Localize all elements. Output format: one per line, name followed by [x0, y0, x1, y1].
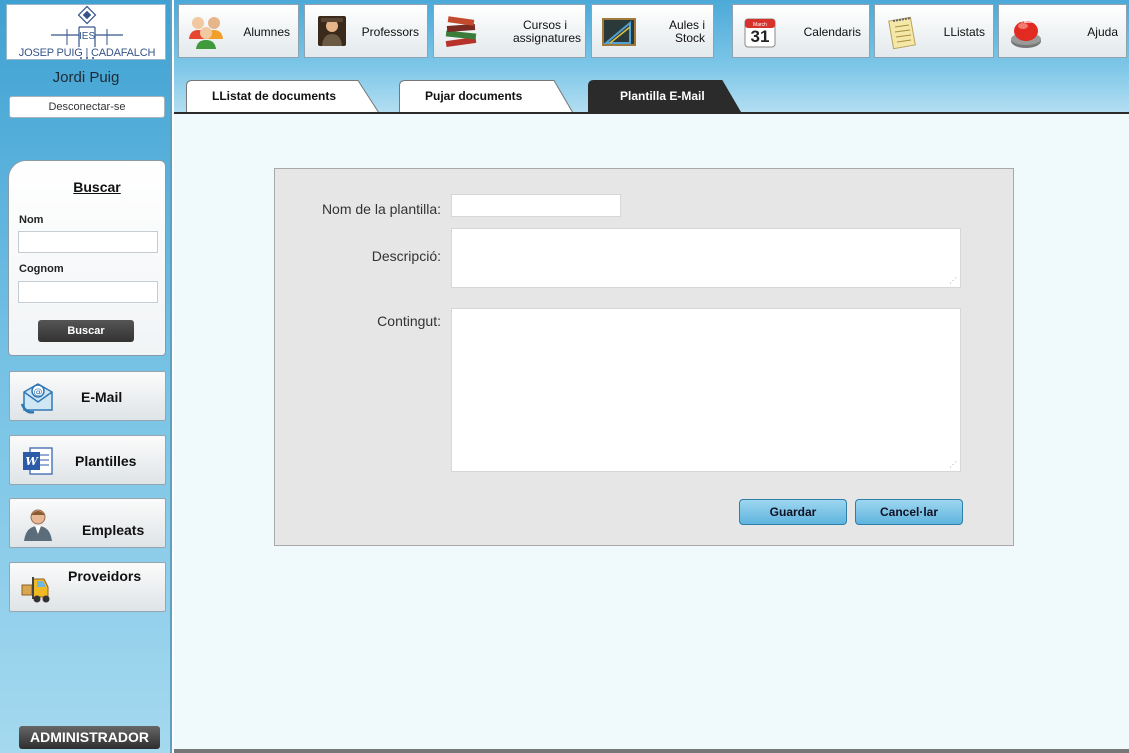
tab-email-template[interactable]: Plantilla E-Mail: [588, 80, 742, 113]
svg-text:W: W: [25, 455, 39, 468]
nav-label: Cursos i assignatures: [497, 5, 582, 59]
resize-grip-icon[interactable]: ⋰: [949, 461, 957, 469]
nav-help[interactable]: HELP Ajuda: [998, 4, 1127, 58]
tab-label: Plantilla E-Mail: [620, 89, 705, 103]
person-icon: [24, 509, 52, 541]
user-name: Jordi Puig: [52, 69, 120, 86]
first-name-label: Nom: [19, 214, 44, 226]
nav-label: Alumnes: [243, 24, 290, 39]
content-textarea[interactable]: ⋰: [451, 308, 961, 472]
school-name: JOSEP PUIG | CADAFALCH: [18, 47, 156, 59]
tab-upload-documents[interactable]: Pujar documents: [399, 80, 574, 113]
teacher-icon: [318, 16, 346, 46]
sidebar-item-suppliers[interactable]: Proveidors: [9, 562, 166, 612]
description-textarea[interactable]: ⋰: [451, 228, 961, 288]
template-name-input[interactable]: [451, 194, 621, 217]
books-icon: [445, 16, 477, 48]
nav-calendars[interactable]: March 31 Calendaris: [732, 4, 870, 58]
nav-label: Ajuda: [1087, 24, 1118, 39]
sidebar-item-label: Plantilles: [75, 453, 137, 469]
main-content: Nom de la plantilla: Descripció: ⋰ Conti…: [174, 112, 1129, 753]
search-panel: Buscar Nom Cognom Buscar: [8, 160, 166, 356]
nav-label-text: Aules i Stock: [668, 18, 705, 45]
sidebar-item-email[interactable]: @ E-Mail: [9, 371, 166, 421]
search-title: Buscar: [73, 179, 121, 195]
first-name-input[interactable]: [18, 231, 158, 253]
sidebar-item-label: Empleats: [82, 522, 145, 538]
description-label: Descripció:: [371, 248, 441, 264]
last-name-label: Cognom: [19, 263, 64, 275]
nav-courses[interactable]: Cursos i assignatures: [433, 4, 586, 58]
nav-label: Aules i Stock: [659, 5, 705, 59]
logo-ies-text: IES: [79, 31, 96, 42]
nav-students[interactable]: Alumnes: [178, 4, 299, 58]
school-logo: IES JOSEP PUIG | CADAFALCH: [6, 4, 166, 60]
calendar-day: 31: [750, 27, 770, 46]
top-nav: Alumnes Professors Cursos i assignatures: [174, 0, 1129, 113]
email-icon: @: [20, 383, 53, 414]
template-name-label: Nom de la plantilla:: [321, 201, 441, 217]
content-label: Contingut:: [377, 313, 441, 329]
tab-document-list[interactable]: LListat de documents: [186, 80, 380, 113]
sidebar-item-employees[interactable]: Empleats: [9, 498, 166, 548]
svg-text:@: @: [34, 388, 43, 398]
tab-label: LListat de documents: [212, 89, 337, 103]
cancel-button[interactable]: Cancel·lar: [855, 499, 963, 525]
sidebar-item-templates[interactable]: W Plantilles: [9, 435, 166, 485]
nav-label: LListats: [943, 24, 985, 39]
nav-label: Calendaris: [803, 24, 861, 39]
nav-classrooms[interactable]: Aules i Stock: [591, 4, 714, 58]
last-name-input[interactable]: [18, 281, 158, 303]
nav-label: Professors: [361, 24, 419, 39]
save-button[interactable]: Guardar: [739, 499, 847, 525]
disconnect-button[interactable]: Desconectar-se: [9, 96, 165, 118]
tab-label: Pujar documents: [425, 89, 523, 103]
sidebar-item-label: Proveidors: [68, 568, 142, 584]
sidebar-item-label: E-Mail: [81, 389, 123, 405]
forklift-icon: [21, 577, 50, 603]
notepad-icon: [888, 16, 916, 50]
students-icon: [189, 17, 223, 49]
nav-teachers[interactable]: Professors: [304, 4, 428, 58]
nav-listings[interactable]: LListats: [874, 4, 994, 58]
bottom-divider: [174, 749, 1129, 753]
blackboard-icon: [602, 18, 636, 46]
nav-label-text: Cursos i assignatures: [513, 18, 582, 45]
search-button[interactable]: Buscar: [38, 320, 134, 342]
resize-grip-icon[interactable]: ⋰: [949, 277, 957, 285]
help-icon-text: HELP: [1021, 19, 1035, 25]
email-template-form: Nom de la plantilla: Descripció: ⋰ Conti…: [274, 168, 1014, 546]
sidebar: IES JOSEP PUIG | CADAFALCH Jordi Puig De…: [0, 0, 172, 753]
word-document-icon: W: [23, 447, 53, 475]
role-badge: ADMINISTRADOR: [19, 726, 160, 749]
